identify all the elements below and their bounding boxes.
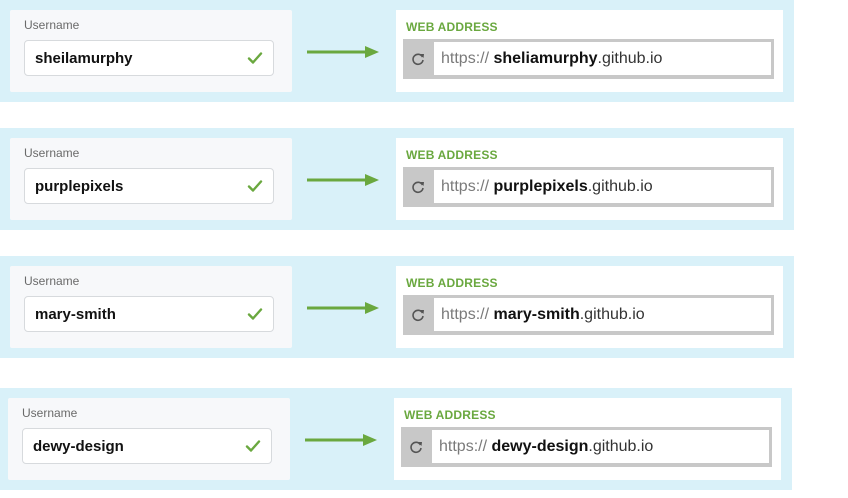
url-field[interactable]: https:// purplepixels.github.io [434,170,771,203]
check-icon [247,180,263,192]
username-field[interactable]: dewy-design [22,428,272,464]
address-bar: https:// dewy-design.github.io [401,427,772,467]
web-address-title: WEB ADDRESS [406,148,498,162]
address-bar: https:// purplepixels.github.io [403,167,774,207]
url-protocol: https:// [439,438,488,455]
username-card: Username mary-smith [10,266,292,348]
check-icon [247,308,263,320]
username-card: Username sheilamurphy [10,10,292,92]
check-icon [245,440,261,452]
address-bar: https:// mary-smith.github.io [403,295,774,335]
url-domain: .github.io [579,306,645,323]
username-value: sheilamurphy [35,50,133,67]
username-label: Username [24,146,80,160]
refresh-button[interactable] [403,167,433,207]
url-site-name: sheliamurphy [493,50,598,67]
url-site-name: mary-smith [493,306,580,323]
web-address-card: WEB ADDRESS https:// dewy-design.github.… [394,398,781,480]
username-field[interactable]: mary-smith [24,296,274,332]
refresh-button[interactable] [403,39,433,79]
url-protocol: https:// [441,50,490,67]
url-domain: .github.io [588,438,654,455]
refresh-button[interactable] [401,427,431,467]
refresh-button[interactable] [403,295,433,335]
web-address-card: WEB ADDRESS https:// mary-smith.github.i… [396,266,783,348]
username-card: Username dewy-design [8,398,290,480]
web-address-card: WEB ADDRESS https:// purplepixels.github… [396,138,783,220]
url-protocol: https:// [441,306,490,323]
web-address-title: WEB ADDRESS [406,20,498,34]
arrow-right-icon [307,46,379,58]
url-site-name: purplepixels [493,178,588,195]
username-field[interactable]: sheilamurphy [24,40,274,76]
web-address-card: WEB ADDRESS https:// sheliamurphy.github… [396,10,783,92]
web-address-title: WEB ADDRESS [404,408,496,422]
arrow-right-icon [307,302,379,314]
web-address-title: WEB ADDRESS [406,276,498,290]
address-bar: https:// sheliamurphy.github.io [403,39,774,79]
username-label: Username [22,406,78,420]
check-icon [247,52,263,64]
url-domain: .github.io [597,50,663,67]
refresh-icon [412,53,424,66]
arrow-right-icon [307,174,379,186]
url-protocol: https:// [441,178,490,195]
url-field[interactable]: https:// mary-smith.github.io [434,298,771,331]
refresh-icon [412,181,424,194]
username-card: Username purplepixels [10,138,292,220]
username-field[interactable]: purplepixels [24,168,274,204]
url-domain: .github.io [587,178,653,195]
mapping-row-2: Username purplepixels WEB ADDRESS https:… [0,128,794,230]
arrow-right-icon [305,434,377,446]
username-value: dewy-design [33,438,124,455]
username-value: mary-smith [35,306,116,323]
refresh-icon [410,441,422,454]
mapping-row-1: Username sheilamurphy WEB ADDRESS https:… [0,0,794,102]
url-site-name: dewy-design [491,438,589,455]
url-field[interactable]: https:// dewy-design.github.io [432,430,769,463]
username-label: Username [24,18,80,32]
mapping-row-3: Username mary-smith WEB ADDRESS https://… [0,256,794,358]
mapping-row-4: Username dewy-design WEB ADDRESS https:/… [0,388,792,490]
username-value: purplepixels [35,178,124,195]
username-label: Username [24,274,80,288]
refresh-icon [412,309,424,322]
url-field[interactable]: https:// sheliamurphy.github.io [434,42,771,75]
